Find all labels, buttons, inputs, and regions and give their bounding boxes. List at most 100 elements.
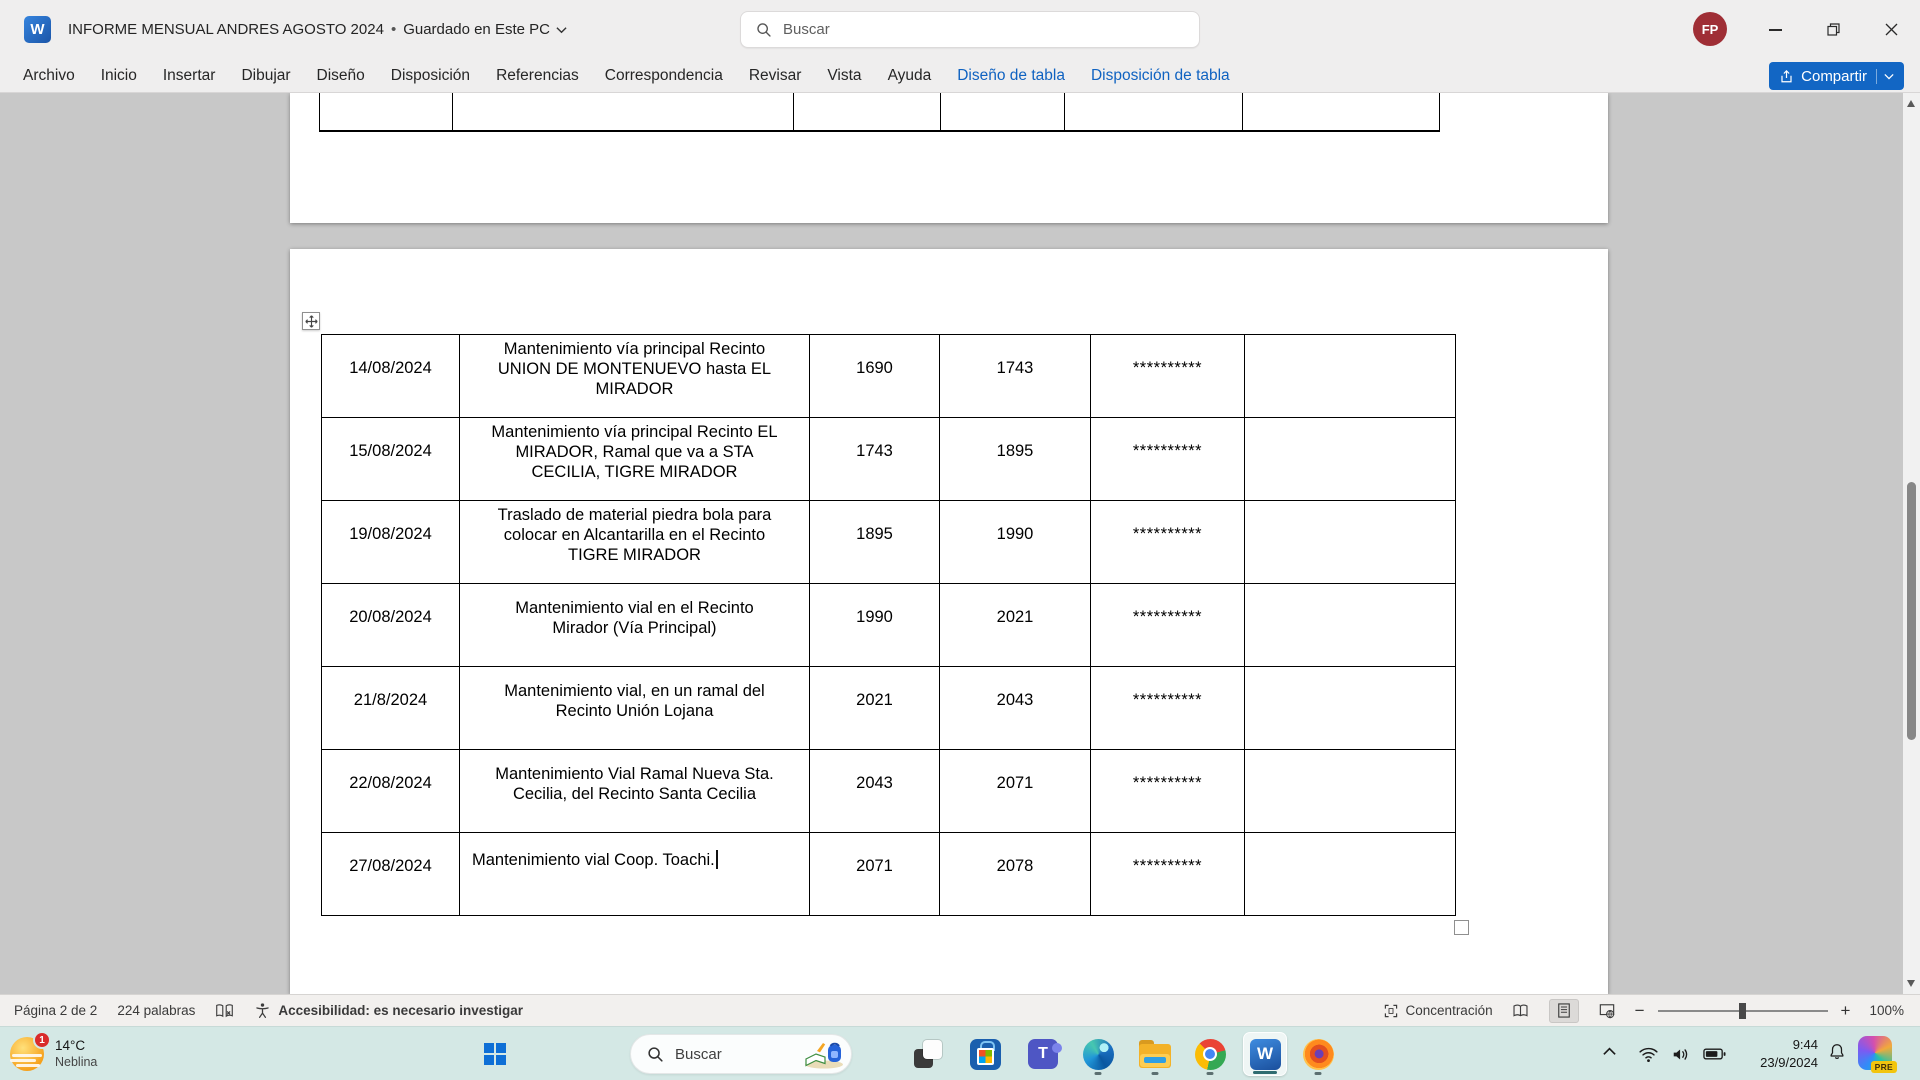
- scrollbar-thumb[interactable]: [1907, 482, 1916, 740]
- cell-start-value[interactable]: 2071: [810, 833, 940, 916]
- tab-referencias[interactable]: Referencias: [483, 59, 592, 92]
- cell-date[interactable]: 21/8/2024: [322, 667, 460, 750]
- cell-date[interactable]: 14/08/2024: [322, 335, 460, 418]
- page-1-fragment[interactable]: [290, 93, 1608, 223]
- tab-archivo[interactable]: Archivo: [10, 59, 88, 92]
- cell-end-value[interactable]: 2078: [940, 833, 1091, 916]
- cell-extra[interactable]: [1245, 750, 1456, 833]
- cell-description[interactable]: Mantenimiento vial Coop. Toachi.: [460, 833, 810, 916]
- cell-description[interactable]: Mantenimiento vial, en un ramal del Reci…: [460, 667, 810, 750]
- cell-extra[interactable]: [1245, 584, 1456, 667]
- tab-diseño-de-tabla[interactable]: Diseño de tabla: [944, 59, 1078, 92]
- cell-date[interactable]: 22/08/2024: [322, 750, 460, 833]
- read-mode-button[interactable]: [1506, 999, 1536, 1023]
- tab-disposición-de-tabla[interactable]: Disposición de tabla: [1078, 59, 1243, 92]
- focus-mode-button[interactable]: Concentración: [1383, 1003, 1493, 1019]
- cell-masked-value[interactable]: **********: [1091, 750, 1245, 833]
- avatar[interactable]: FP: [1693, 12, 1727, 46]
- cell-masked-value[interactable]: **********: [1091, 418, 1245, 501]
- cell-description[interactable]: Mantenimiento vía principal Recinto UNIO…: [460, 335, 810, 418]
- tray-expand-button[interactable]: [1602, 1044, 1617, 1062]
- word-count[interactable]: 224 palabras: [117, 1003, 195, 1018]
- table-resize-handle[interactable]: [1454, 920, 1469, 935]
- vertical-scrollbar[interactable]: [1903, 93, 1920, 994]
- cell-masked-value[interactable]: **********: [1091, 335, 1245, 418]
- tab-revisar[interactable]: Revisar: [736, 59, 815, 92]
- copilot-button[interactable]: PRE: [1858, 1036, 1892, 1070]
- cell-date[interactable]: 20/08/2024: [322, 584, 460, 667]
- cell-extra[interactable]: [1245, 418, 1456, 501]
- clock[interactable]: 9:44 23/9/2024: [1738, 1036, 1818, 1072]
- notifications-button[interactable]: [1828, 1042, 1846, 1066]
- cell-extra[interactable]: [1245, 501, 1456, 584]
- task-view-button[interactable]: [906, 1032, 950, 1076]
- tab-ayuda[interactable]: Ayuda: [875, 59, 945, 92]
- cell-extra[interactable]: [1245, 667, 1456, 750]
- tab-disposición[interactable]: Disposición: [378, 59, 483, 92]
- zoom-out-button[interactable]: −: [1635, 1002, 1645, 1019]
- tab-vista[interactable]: Vista: [814, 59, 874, 92]
- tab-insertar[interactable]: Insertar: [150, 59, 229, 92]
- previous-table-fragment[interactable]: [319, 93, 1440, 132]
- taskbar-item-edge[interactable]: [1076, 1032, 1120, 1076]
- maintenance-table[interactable]: 14/08/2024Mantenimiento vía principal Re…: [321, 334, 1456, 916]
- cell-description[interactable]: Traslado de material piedra bola para co…: [460, 501, 810, 584]
- titlebar-search-box[interactable]: Buscar: [740, 11, 1200, 48]
- tab-dibujar[interactable]: Dibujar: [228, 59, 303, 92]
- cell-start-value[interactable]: 1895: [810, 501, 940, 584]
- cell-start-value[interactable]: 1743: [810, 418, 940, 501]
- zoom-slider-thumb[interactable]: [1739, 1003, 1746, 1019]
- cell-date[interactable]: 27/08/2024: [322, 833, 460, 916]
- zoom-level[interactable]: 100%: [1869, 1003, 1904, 1018]
- print-layout-button[interactable]: [1549, 999, 1579, 1023]
- zoom-slider[interactable]: [1658, 1001, 1828, 1021]
- cell-end-value[interactable]: 2071: [940, 750, 1091, 833]
- minimize-button[interactable]: [1746, 0, 1804, 59]
- cell-date[interactable]: 19/08/2024: [322, 501, 460, 584]
- table-move-handle[interactable]: [302, 312, 320, 330]
- cell-masked-value[interactable]: **********: [1091, 833, 1245, 916]
- cell-extra[interactable]: [1245, 833, 1456, 916]
- taskbar-item-file-explorer[interactable]: [1133, 1032, 1177, 1076]
- save-status-dropdown[interactable]: Guardado en Este PC: [403, 21, 567, 38]
- restore-button[interactable]: [1804, 0, 1862, 59]
- cell-start-value[interactable]: 1690: [810, 335, 940, 418]
- cell-start-value[interactable]: 2043: [810, 750, 940, 833]
- page-2[interactable]: 14/08/2024Mantenimiento vía principal Re…: [290, 249, 1608, 994]
- cell-end-value[interactable]: 2021: [940, 584, 1091, 667]
- quick-settings[interactable]: [1638, 1039, 1726, 1069]
- page-indicator[interactable]: Página 2 de 2: [14, 1003, 97, 1018]
- taskbar-item-word[interactable]: W: [1243, 1032, 1287, 1076]
- cell-end-value[interactable]: 1895: [940, 418, 1091, 501]
- cell-masked-value[interactable]: **********: [1091, 667, 1245, 750]
- cell-end-value[interactable]: 1990: [940, 501, 1091, 584]
- cell-end-value[interactable]: 1743: [940, 335, 1091, 418]
- scroll-down-arrow-icon[interactable]: [1907, 980, 1915, 987]
- taskbar-item-firefox[interactable]: [1296, 1032, 1340, 1076]
- weather-widget[interactable]: 1 14°C Neblina: [10, 1035, 97, 1072]
- cell-masked-value[interactable]: **********: [1091, 584, 1245, 667]
- cell-description[interactable]: Mantenimiento vial en el Recinto Mirador…: [460, 584, 810, 667]
- taskbar-item-teams[interactable]: T: [1021, 1032, 1065, 1076]
- cell-date[interactable]: 15/08/2024: [322, 418, 460, 501]
- close-button[interactable]: [1862, 0, 1920, 59]
- share-button[interactable]: Compartir: [1769, 62, 1904, 90]
- proofing-errors-button[interactable]: [215, 1003, 234, 1019]
- cell-masked-value[interactable]: **********: [1091, 501, 1245, 584]
- zoom-in-button[interactable]: +: [1841, 1002, 1851, 1019]
- cell-extra[interactable]: [1245, 335, 1456, 418]
- web-layout-button[interactable]: [1592, 999, 1622, 1023]
- tab-correspondencia[interactable]: Correspondencia: [592, 59, 736, 92]
- accessibility-status[interactable]: Accesibilidad: es necesario investigar: [254, 1002, 523, 1019]
- cell-start-value[interactable]: 2021: [810, 667, 940, 750]
- taskbar-item-chrome[interactable]: [1188, 1032, 1232, 1076]
- taskbar-search-box[interactable]: Buscar: [630, 1034, 852, 1074]
- scroll-up-arrow-icon[interactable]: [1907, 100, 1915, 107]
- cell-end-value[interactable]: 2043: [940, 667, 1091, 750]
- cell-description[interactable]: Mantenimiento vía principal Recinto EL M…: [460, 418, 810, 501]
- tab-inicio[interactable]: Inicio: [88, 59, 150, 92]
- taskbar-item-microsoft-store[interactable]: [963, 1032, 1007, 1076]
- cell-description[interactable]: Mantenimiento Vial Ramal Nueva Sta. Ceci…: [460, 750, 810, 833]
- start-button[interactable]: [478, 1037, 512, 1071]
- tab-diseño[interactable]: Diseño: [304, 59, 378, 92]
